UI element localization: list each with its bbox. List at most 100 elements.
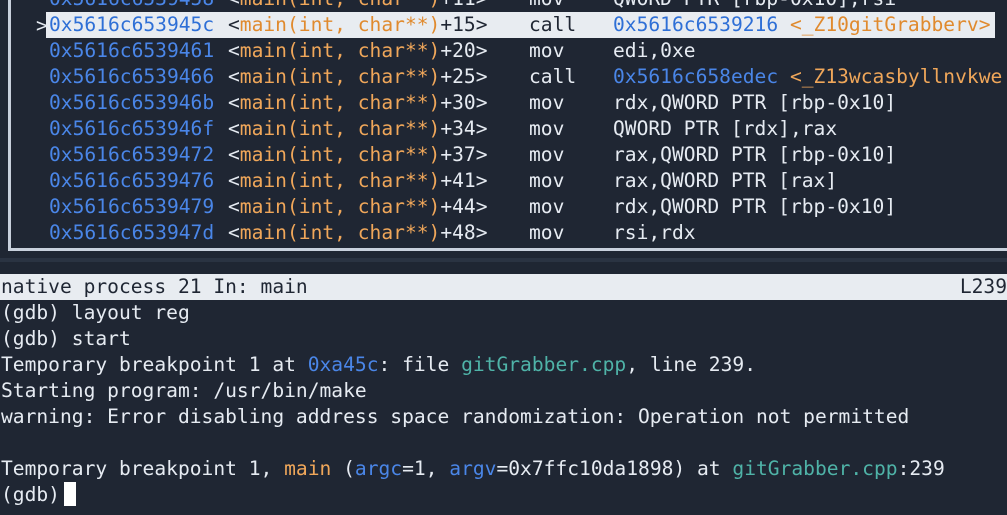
gdb-prompt: (gdb) <box>1 483 60 506</box>
function-name: main <box>284 457 332 480</box>
assembly-pane-border-left <box>8 0 11 251</box>
output-text: ( <box>331 457 355 480</box>
offset-value: +30> <box>440 91 488 114</box>
function-signature: main(int, char**) <box>239 117 441 140</box>
offset-value: +48> <box>440 221 488 244</box>
breakpoint-address: 0xa45c <box>307 353 379 376</box>
output-text: Starting program: /usr/bin/make <box>1 379 367 402</box>
function-signature: main(int, char**) <box>239 65 441 88</box>
call-target-address: 0x5616c6539216 <box>613 13 779 36</box>
command-history-line: (gdb) start <box>1 326 131 352</box>
offset-value: +20> <box>440 39 488 62</box>
offset-value: +44> <box>440 195 488 218</box>
argument-value: =0x7ffc10da1898) at <box>496 457 733 480</box>
offset-bracket: < <box>228 39 240 62</box>
offset-bracket: < <box>228 0 240 10</box>
instruction-address: 0x5616c653945c <box>49 13 215 36</box>
function-signature: main(int, char**) <box>239 143 441 166</box>
operands: QWORD PTR [rdx],rax <box>613 117 838 140</box>
opcode: mov <box>529 0 564 12</box>
offset-bracket: < <box>228 65 240 88</box>
function-signature: main(int, char**) <box>240 0 441 10</box>
output-line: Temporary breakpoint 1, main (argc=1, ar… <box>1 456 945 482</box>
call-target-address: 0x5616c658edec <box>613 65 779 88</box>
text-cursor[interactable] <box>63 482 76 506</box>
instruction-address: 0x5616c6539466 <box>49 65 215 88</box>
operands: 0x5616c658edec <_Z13wcasbyllnvkwe <box>613 64 1002 90</box>
command-history-line: (gdb) layout reg <box>1 300 190 326</box>
status-process-info: native process 21 In: main <box>1 275 308 298</box>
opcode: mov <box>529 221 565 244</box>
function-offset: <main(int, char**)+41> <box>228 168 488 194</box>
source-filename: gitGrabber.cpp <box>461 353 627 376</box>
argument-name: argv <box>449 457 497 480</box>
function-offset: <main(int, char**)+48> <box>228 220 488 246</box>
offset-bracket: < <box>228 221 240 244</box>
output-text: Temporary breakpoint 1, <box>1 457 285 480</box>
operands: rdx,QWORD PTR [rbp-0x10] <box>613 91 897 114</box>
source-filename: gitGrabber.cpp <box>732 457 898 480</box>
opcode: mov <box>529 39 565 62</box>
command-pane[interactable]: (gdb) layout reg (gdb) start Temporary b… <box>0 300 1007 515</box>
instruction-address: 0x5616c653946f <box>49 117 215 140</box>
function-offset: <main(int, char**)+44> <box>228 194 488 220</box>
offset-value: +25> <box>440 65 488 88</box>
function-signature: main(int, char**) <box>239 221 441 244</box>
pane-separator-line <box>0 258 1007 262</box>
function-signature: main(int, char**) <box>239 13 441 36</box>
output-line: Starting program: /usr/bin/make <box>1 378 367 404</box>
function-signature: main(int, char**) <box>239 91 441 114</box>
offset-value: +37> <box>440 143 488 166</box>
operands: QWORD PTR [rbp-0x10],rsi <box>613 0 896 12</box>
offset-bracket: < <box>228 143 240 166</box>
instruction-address: 0x5616c653946b <box>49 91 215 114</box>
function-offset: <main(int, char**)+34> <box>228 116 488 142</box>
instruction-address: 0x5616c6539472 <box>49 143 215 166</box>
asm-line-current[interactable]: 0x5616c653945c <main(int, char**)+15> call… <box>46 12 995 38</box>
operands: edi,0xe <box>613 39 696 62</box>
status-line-number: L239 <box>959 275 1007 298</box>
operands: rax,QWORD PTR [rbp-0x10] <box>613 143 897 166</box>
argument-name: argc <box>354 457 403 480</box>
instruction-address: 0x5616c6539479 <box>49 195 215 218</box>
call-target-symbol: <_Z10gitGrabberv> <box>789 13 991 36</box>
instruction-address: 0x5616c6539476 <box>49 169 215 192</box>
offset-value: +15> <box>440 13 488 36</box>
operands: 0x5616c6539216 <_Z10gitGrabberv> <box>613 12 991 38</box>
command-text: (gdb) start <box>1 327 131 350</box>
offset-bracket: < <box>228 195 240 218</box>
opcode: mov <box>529 169 565 192</box>
opcode: call <box>529 65 577 88</box>
call-target-symbol: <_Z13wcasbyllnvkwe <box>789 65 1003 88</box>
output-text: Temporary breakpoint 1 at <box>1 353 308 376</box>
warning-line: warning: Error disabling address space r… <box>1 404 909 430</box>
function-offset: <main(int, char**)+37> <box>228 142 488 168</box>
offset-bracket: < <box>228 169 240 192</box>
command-prompt-line[interactable]: (gdb) <box>1 482 76 508</box>
offset-bracket: < <box>228 117 240 140</box>
assembly-pane[interactable]: > 0x5616c6539458<main(int, char**)+11>mo… <box>0 0 1007 262</box>
operands: rax,QWORD PTR [rax] <box>613 169 838 192</box>
function-offset: <main(int, char**)+30> <box>228 90 488 116</box>
output-line: Temporary breakpoint 1 at 0xa45c: file g… <box>1 352 756 378</box>
operands: rsi,rdx <box>613 221 696 244</box>
opcode: mov <box>529 91 565 114</box>
output-text: : file <box>378 353 462 376</box>
command-text: (gdb) layout reg <box>1 301 190 324</box>
offset-value: +11> <box>440 0 487 10</box>
offset-value: +34> <box>440 117 488 140</box>
function-offset: <main(int, char**)+15> <box>228 12 488 38</box>
opcode: mov <box>529 195 565 218</box>
operands: rdx,QWORD PTR [rbp-0x10] <box>613 195 897 218</box>
opcode: mov <box>529 143 565 166</box>
instruction-address: 0x5616c6539461 <box>49 39 215 62</box>
offset-bracket: < <box>228 91 240 114</box>
offset-bracket: < <box>228 13 240 36</box>
function-offset: <main(int, char**)+25> <box>228 64 488 90</box>
argument-value: =1, <box>402 457 450 480</box>
gdb-tui-terminal[interactable]: > 0x5616c6539458<main(int, char**)+11>mo… <box>0 0 1007 515</box>
offset-value: +41> <box>440 169 488 192</box>
output-text: , line 239. <box>626 353 756 376</box>
